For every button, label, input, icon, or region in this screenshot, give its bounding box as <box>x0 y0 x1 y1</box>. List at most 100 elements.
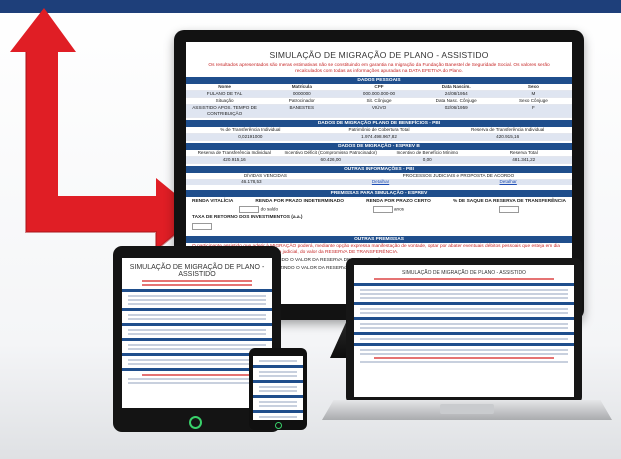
personal-table: Nome Matrícula CPF Data Nascim. Sexo FUL… <box>186 84 572 118</box>
unit-label: anos <box>393 206 404 212</box>
unit-label: do saldo <box>260 206 278 212</box>
laptop-section-bar <box>354 302 574 305</box>
table-header: Nome <box>186 84 264 91</box>
tablet-section-bar <box>122 308 272 311</box>
table-cell: VIÚVO <box>340 105 418 118</box>
tablet-page-title: SIMULAÇÃO DE MIGRAÇÃO DE PLANO - ASSISTI… <box>129 264 265 278</box>
laptop-section-bar <box>354 332 574 335</box>
migration-table: Reserva de Transferência Individual Ince… <box>186 150 572 164</box>
section-outras-premissas: OUTRAS PREMISSAS <box>186 235 572 243</box>
premissa-label: RENDA POR PRAZO INDETERMINADO <box>255 199 344 204</box>
phone-row <box>259 371 297 373</box>
table-header: Matrícula <box>263 84 341 91</box>
tablet-section-bar <box>122 323 272 326</box>
phone-row <box>259 405 297 407</box>
table-header: Incentivo de Benefício Mínimo <box>379 150 476 157</box>
table-cell: 46.178,53 <box>241 179 262 184</box>
laptop-page-title: SIMULAÇÃO DE MIGRAÇÃO DE PLANO - ASSISTI… <box>402 270 526 276</box>
laptop-touchpad <box>440 404 494 414</box>
tablet-row <box>128 329 266 331</box>
phone-section-bar <box>253 365 303 368</box>
table-cell: ASSISTIDO APOS. TEMPO DE CONTRIBUIÇÃO <box>186 105 264 118</box>
table-cell: 0,02191000 <box>186 134 315 141</box>
table-header: PROCESSOS JUDICIAIS e PROPOSTA DE ACORDO <box>402 173 515 178</box>
renda-indeterminado-select[interactable] <box>239 206 260 213</box>
tablet-section-bar <box>122 338 272 341</box>
tablet-row <box>128 299 266 301</box>
table-header: Patrocinador <box>263 98 341 105</box>
tablet-row <box>128 318 266 320</box>
page-title: SIMULAÇÃO DE MIGRAÇÃO DE PLANO - ASSISTI… <box>269 50 489 60</box>
tablet-row <box>128 348 266 350</box>
table-cell: 481.341,22 <box>475 157 572 164</box>
taxa-select[interactable] <box>192 223 212 230</box>
table-header: Sexo Cônjuge <box>494 98 572 105</box>
taxa-label: TAXA DE RETORNO DOS INVESTIMENTOS (a.a.) <box>192 215 303 220</box>
laptop-row <box>360 323 568 325</box>
tablet-row <box>128 359 266 361</box>
table-cell: 60.426,00 <box>282 157 379 164</box>
tablet-row <box>128 344 266 346</box>
table-cell: 24/08/1954 <box>417 91 495 98</box>
detalhar-link[interactable]: Detalhar <box>372 179 389 185</box>
tablet-section-bar <box>122 289 272 292</box>
laptop-section-bar <box>354 283 574 286</box>
table-cell: 420.915,16 <box>443 134 572 141</box>
laptop-screen: SIMULAÇÃO DE MIGRAÇÃO DE PLANO - ASSISTI… <box>354 265 574 397</box>
tablet-row <box>128 295 266 297</box>
phone-section-bar <box>253 380 303 383</box>
laptop-row <box>360 297 568 299</box>
tablet-row <box>128 314 266 316</box>
premissas-inputs: do saldo anos <box>186 205 572 214</box>
laptop-disclaimer-bar <box>374 278 554 280</box>
phone-section-bar <box>253 395 303 398</box>
section-outras-info: OUTRAS INFORMAÇÕES - PBI <box>186 166 572 173</box>
table-header: Patrimônio de Cobertura Total <box>314 127 444 134</box>
tablet-row <box>128 303 266 305</box>
table-header: Reserva de Transferência Individual <box>443 127 572 134</box>
laptop-row <box>360 312 568 314</box>
laptop-row <box>360 353 568 355</box>
prazo-certo-select[interactable] <box>372 206 393 213</box>
laptop-section-bar <box>354 317 574 320</box>
table-cell: BANESTES <box>263 105 341 118</box>
saque-select[interactable] <box>498 206 519 213</box>
table-cell: 000.000.000-00 <box>340 91 418 98</box>
table-header: Data Nasc. Cônjuge <box>417 98 495 105</box>
table-cell: M <box>494 91 572 98</box>
tablet-disclaimer-bar <box>142 284 252 286</box>
phone-section-bar <box>253 410 303 413</box>
laptop-row <box>360 289 568 291</box>
tablet-home-icon <box>189 416 202 429</box>
tablet-row <box>128 333 266 335</box>
phone-row <box>259 360 297 362</box>
detalhar-link[interactable]: Detalhar <box>499 179 516 185</box>
table-cell: 02/06/1959 <box>417 105 495 118</box>
phone-row <box>259 375 297 377</box>
benefits-table: % de Transferência Individual Patrimônio… <box>186 127 572 141</box>
table-header: % de Transferência Individual <box>186 127 315 134</box>
table-header: CPF <box>340 84 418 91</box>
other-info-values: 46.178,53 Detalhar Detalhar <box>186 179 572 185</box>
table-cell: 0,00 <box>379 157 476 164</box>
table-header: Sit. Cônjuge <box>340 98 418 105</box>
laptop-row <box>360 349 568 351</box>
section-premissas: PREMISSAS PARA SIMULAÇÃO - ESPREV <box>186 190 572 197</box>
table-header: Reserva de Transferência Individual <box>186 150 283 157</box>
table-cell: FULANO DE TAL <box>186 91 264 98</box>
table-header: Incentivo Déficit (Compromisso Patrocina… <box>282 150 379 157</box>
phone-row <box>259 416 297 418</box>
tablet-row <box>128 363 266 365</box>
laptop-row <box>360 338 568 340</box>
tablet-disclaimer-bar <box>142 280 252 282</box>
premissa-label: % DE SAQUE DA RESERVA DE TRANSFERÊNCIA <box>452 199 566 204</box>
phone-row <box>259 386 297 388</box>
laptop-row <box>360 361 568 363</box>
phone-row <box>259 401 297 403</box>
table-header: Situação <box>186 98 264 105</box>
premissas-labels: RENDA VITALÍCIA RENDA POR PRAZO INDETERM… <box>186 197 572 205</box>
tablet-row <box>128 378 266 380</box>
table-header: Data Nascim. <box>417 84 495 91</box>
section-dados-pessoais: DADOS PESSOAIS <box>186 77 572 84</box>
phone-home-icon <box>275 422 282 429</box>
